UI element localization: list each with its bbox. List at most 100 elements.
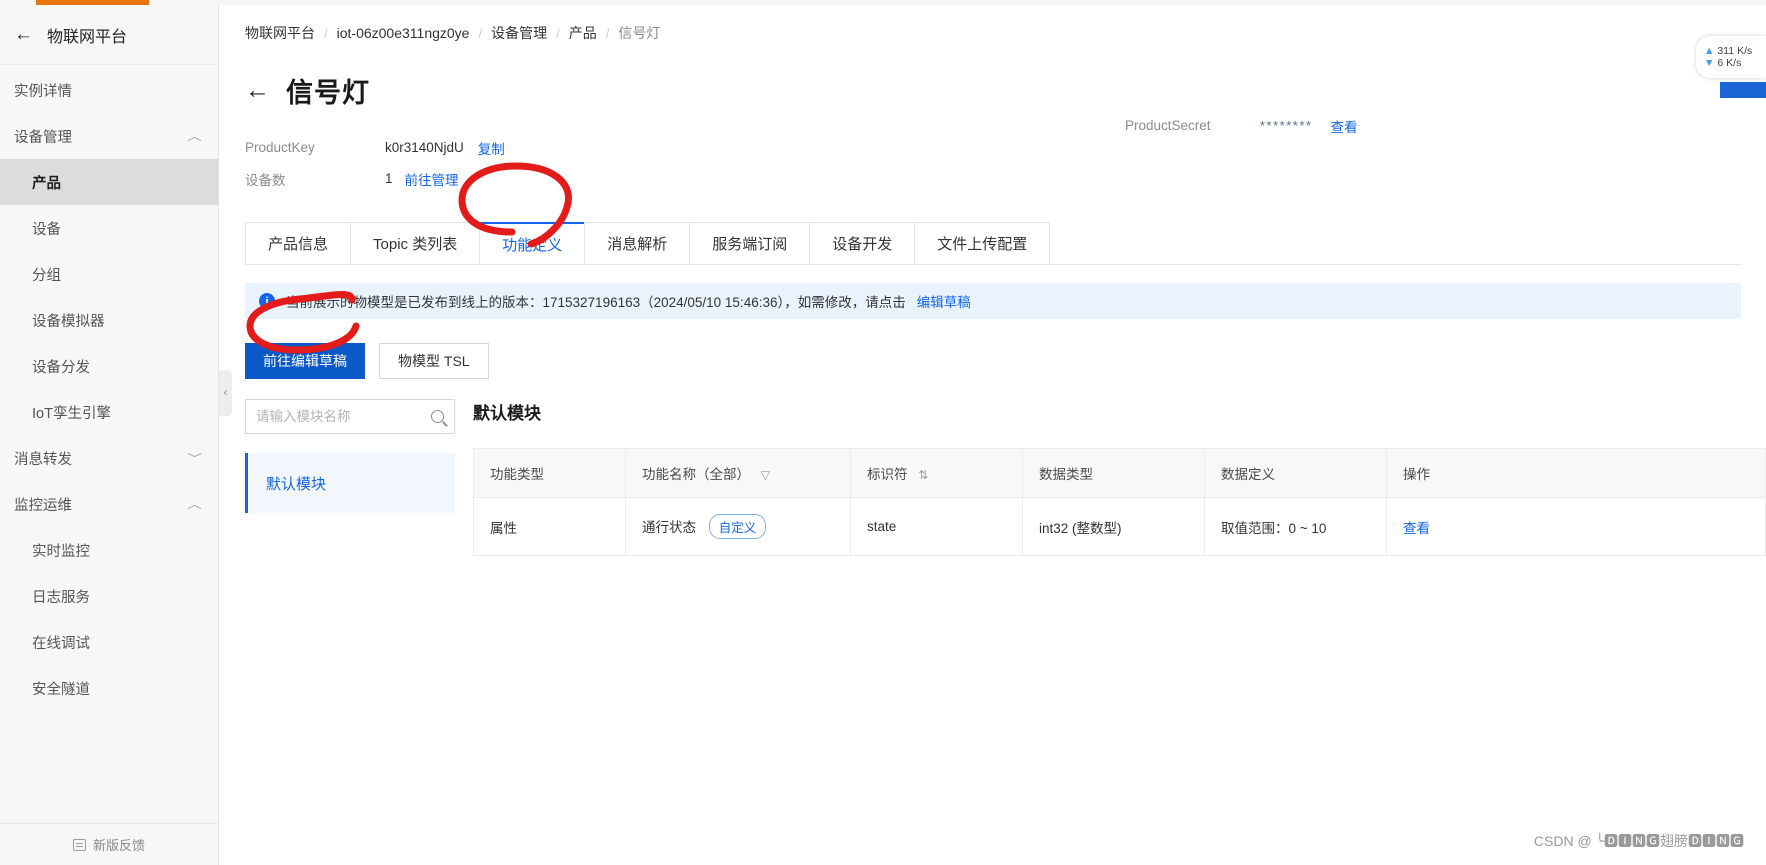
function-table: 功能类型 功能名称（全部） ▽ 标识符 ⇅ 数据类型 数据定义 操作 属性 通行… (473, 448, 1766, 556)
download-speed-value: 6 K/s (1717, 57, 1742, 69)
sidebar-item-label: 日志服务 (32, 589, 90, 606)
breadcrumb-item-platform[interactable]: 物联网平台 (245, 23, 315, 43)
device-count-label: 设备数 (245, 172, 286, 188)
view-function-link[interactable]: 查看 (1403, 521, 1430, 536)
tab-label: 服务端订阅 (712, 236, 788, 253)
module-search-input[interactable] (256, 409, 416, 424)
search-icon[interactable] (431, 410, 444, 423)
sidebar-item-groups[interactable]: 分组 (0, 251, 218, 297)
banner-text: 当前展示的物模型是已发布到线上的版本：1715327196163（2024/05… (286, 295, 906, 310)
tab-label: 功能定义 (502, 236, 563, 254)
table-header-row: 功能类型 功能名称（全部） ▽ 标识符 ⇅ 数据类型 数据定义 操作 (473, 448, 1766, 498)
product-meta: ProductKey k0r3140NjdU 复制 设备数 1 前往管理 Pro… (220, 110, 1766, 194)
column-header-function-type: 功能类型 (473, 448, 626, 498)
edit-draft-link[interactable]: 编辑草稿 (917, 291, 971, 311)
sidebar-group-label: 监控运维 (14, 497, 72, 514)
sidebar-group-monitoring[interactable]: 监控运维 ︿ (0, 481, 218, 527)
sidebar-item-label: 安全隧道 (32, 681, 90, 698)
column-header-identifier[interactable]: 标识符 ⇅ (850, 448, 1023, 498)
breadcrumb-separator: / (605, 25, 610, 41)
meta-row-product-key: ProductKey k0r3140NjdU 复制 (245, 132, 1766, 163)
module-pane: 默认模块 (245, 399, 455, 556)
breadcrumb-item-products[interactable]: 产品 (569, 23, 597, 43)
filter-icon[interactable]: ▽ (761, 468, 770, 482)
goto-device-management-link[interactable]: 前往管理 (405, 169, 459, 189)
function-definition-content: 默认模块 默认模块 功能类型 功能名称（全部） (220, 399, 1766, 556)
sidebar-item-device-simulator[interactable]: 设备模拟器 (0, 297, 218, 343)
cell-data-type: int32 (整数型) (1022, 497, 1205, 556)
breadcrumb-item-instance[interactable]: iot-06z00e311ngz0ye (337, 25, 470, 41)
feedback-icon (72, 838, 86, 851)
sidebar-item-label: 分组 (32, 267, 61, 284)
tab-message-parsing[interactable]: 消息解析 (584, 222, 690, 264)
column-header-function-name[interactable]: 功能名称（全部） ▽ (625, 448, 851, 498)
back-arrow-icon[interactable]: ← (245, 78, 270, 103)
sidebar-nav: 实例详情 设备管理 ︿ 产品 设备 分组 设备模拟器 设备分发 IoT孪生引擎 … (0, 65, 218, 823)
device-count-value: 1 (385, 171, 393, 186)
sidebar-item-label: 实例详情 (14, 83, 72, 100)
download-speed-row: ▼ 6 K/s (1704, 57, 1766, 69)
cell-data-definition: 取值范围：0 ~ 10 (1204, 497, 1387, 556)
sidebar-item-instance-detail[interactable]: 实例详情 (0, 67, 218, 113)
breadcrumb-item-device-management[interactable]: 设备管理 (491, 23, 547, 43)
module-list: 默认模块 (245, 453, 455, 513)
sidebar-item-iot-twin-engine[interactable]: IoT孪生引擎 (0, 389, 218, 435)
module-search-box[interactable] (245, 399, 455, 434)
cell-actions: 查看 (1386, 497, 1766, 556)
upload-speed-row: ▲ 311 K/s (1704, 45, 1766, 57)
copy-product-key-button[interactable]: 复制 (478, 138, 505, 158)
column-label: 功能名称（全部） (642, 467, 750, 482)
tab-label: 消息解析 (607, 236, 668, 253)
tab-file-upload-config[interactable]: 文件上传配置 (914, 222, 1051, 264)
sidebar-item-label: IoT孪生引擎 (32, 405, 111, 422)
breadcrumb-separator: / (324, 25, 328, 41)
sidebar-item-devices[interactable]: 设备 (0, 205, 218, 251)
info-banner: i 当前展示的物模型是已发布到线上的版本：1715327196163（2024/… (245, 283, 1741, 319)
sidebar-collapse-handle[interactable]: ‹ (219, 370, 232, 416)
sidebar-item-log-service[interactable]: 日志服务 (0, 573, 218, 619)
sidebar-header[interactable]: ← 物联网平台 (0, 5, 218, 65)
chevron-down-icon: ﹀ (187, 453, 202, 465)
arrow-down-icon: ▼ (1704, 57, 1715, 69)
sidebar-group-message-forwarding[interactable]: 消息转发 ﹀ (0, 435, 218, 481)
goto-edit-draft-button[interactable]: 前往编辑草稿 (245, 343, 365, 379)
thing-model-tsl-button[interactable]: 物模型 TSL (379, 343, 489, 379)
sidebar-item-label: 产品 (32, 175, 61, 192)
sidebar-item-label: 实时监控 (32, 543, 90, 560)
tab-device-development[interactable]: 设备开发 (809, 222, 915, 264)
sort-icon[interactable]: ⇅ (918, 468, 928, 482)
sidebar-item-label: 设备模拟器 (32, 313, 105, 330)
breadcrumb: 物联网平台 / iot-06z00e311ngz0ye / 设备管理 / 产品 … (220, 5, 1766, 43)
sidebar-group-device-management[interactable]: 设备管理 ︿ (0, 113, 218, 159)
tab-topic-list[interactable]: Topic 类列表 (350, 222, 480, 264)
arrow-up-icon: ▲ (1704, 45, 1715, 57)
sidebar-item-online-debug[interactable]: 在线调试 (0, 619, 218, 665)
sidebar-group-label: 设备管理 (14, 129, 72, 146)
column-label: 数据定义 (1221, 467, 1275, 482)
arrow-left-icon[interactable]: ← (14, 25, 33, 44)
module-item-default[interactable]: 默认模块 (245, 453, 455, 513)
product-key-value: k0r3140NjdU (385, 140, 464, 155)
page-header: ← 信号灯 (220, 43, 1766, 110)
sidebar-title: 物联网平台 (47, 28, 128, 46)
sidebar-item-device-distribution[interactable]: 设备分发 (0, 343, 218, 389)
network-speed-widget[interactable]: ▲ 311 K/s ▼ 6 K/s (1696, 36, 1766, 78)
sidebar: ← 物联网平台 实例详情 设备管理 ︿ 产品 设备 分组 设备模拟器 设备分发 … (0, 5, 219, 865)
main-content: 物联网平台 / iot-06z00e311ngz0ye / 设备管理 / 产品 … (220, 5, 1766, 865)
sidebar-item-products[interactable]: 产品 (0, 159, 218, 205)
network-widget-bar (1720, 82, 1766, 98)
tab-product-info[interactable]: 产品信息 (245, 222, 351, 264)
tab-function-definition[interactable]: 功能定义 (479, 222, 585, 264)
sidebar-item-secure-tunnel[interactable]: 安全隧道 (0, 665, 218, 711)
table-pane: 默认模块 功能类型 功能名称（全部） ▽ 标识符 ⇅ 数据类型 数据定义 操作 … (473, 399, 1766, 556)
sidebar-item-label: 设备分发 (32, 359, 90, 376)
view-product-secret-button[interactable]: 查看 (1330, 116, 1357, 136)
sidebar-item-label: 在线调试 (32, 635, 90, 652)
action-bar: 前往编辑草稿 物模型 TSL (245, 343, 1766, 379)
upload-speed-value: 311 K/s (1717, 45, 1753, 57)
sidebar-item-realtime-monitoring[interactable]: 实时监控 (0, 527, 218, 573)
chevron-up-icon: ︿ (187, 131, 202, 143)
table-row: 属性 通行状态 自定义 state int32 (整数型) 取值范围：0 ~ 1… (473, 497, 1766, 556)
sidebar-feedback[interactable]: 新版反馈 (0, 823, 218, 865)
tab-server-subscription[interactable]: 服务端订阅 (689, 222, 810, 264)
